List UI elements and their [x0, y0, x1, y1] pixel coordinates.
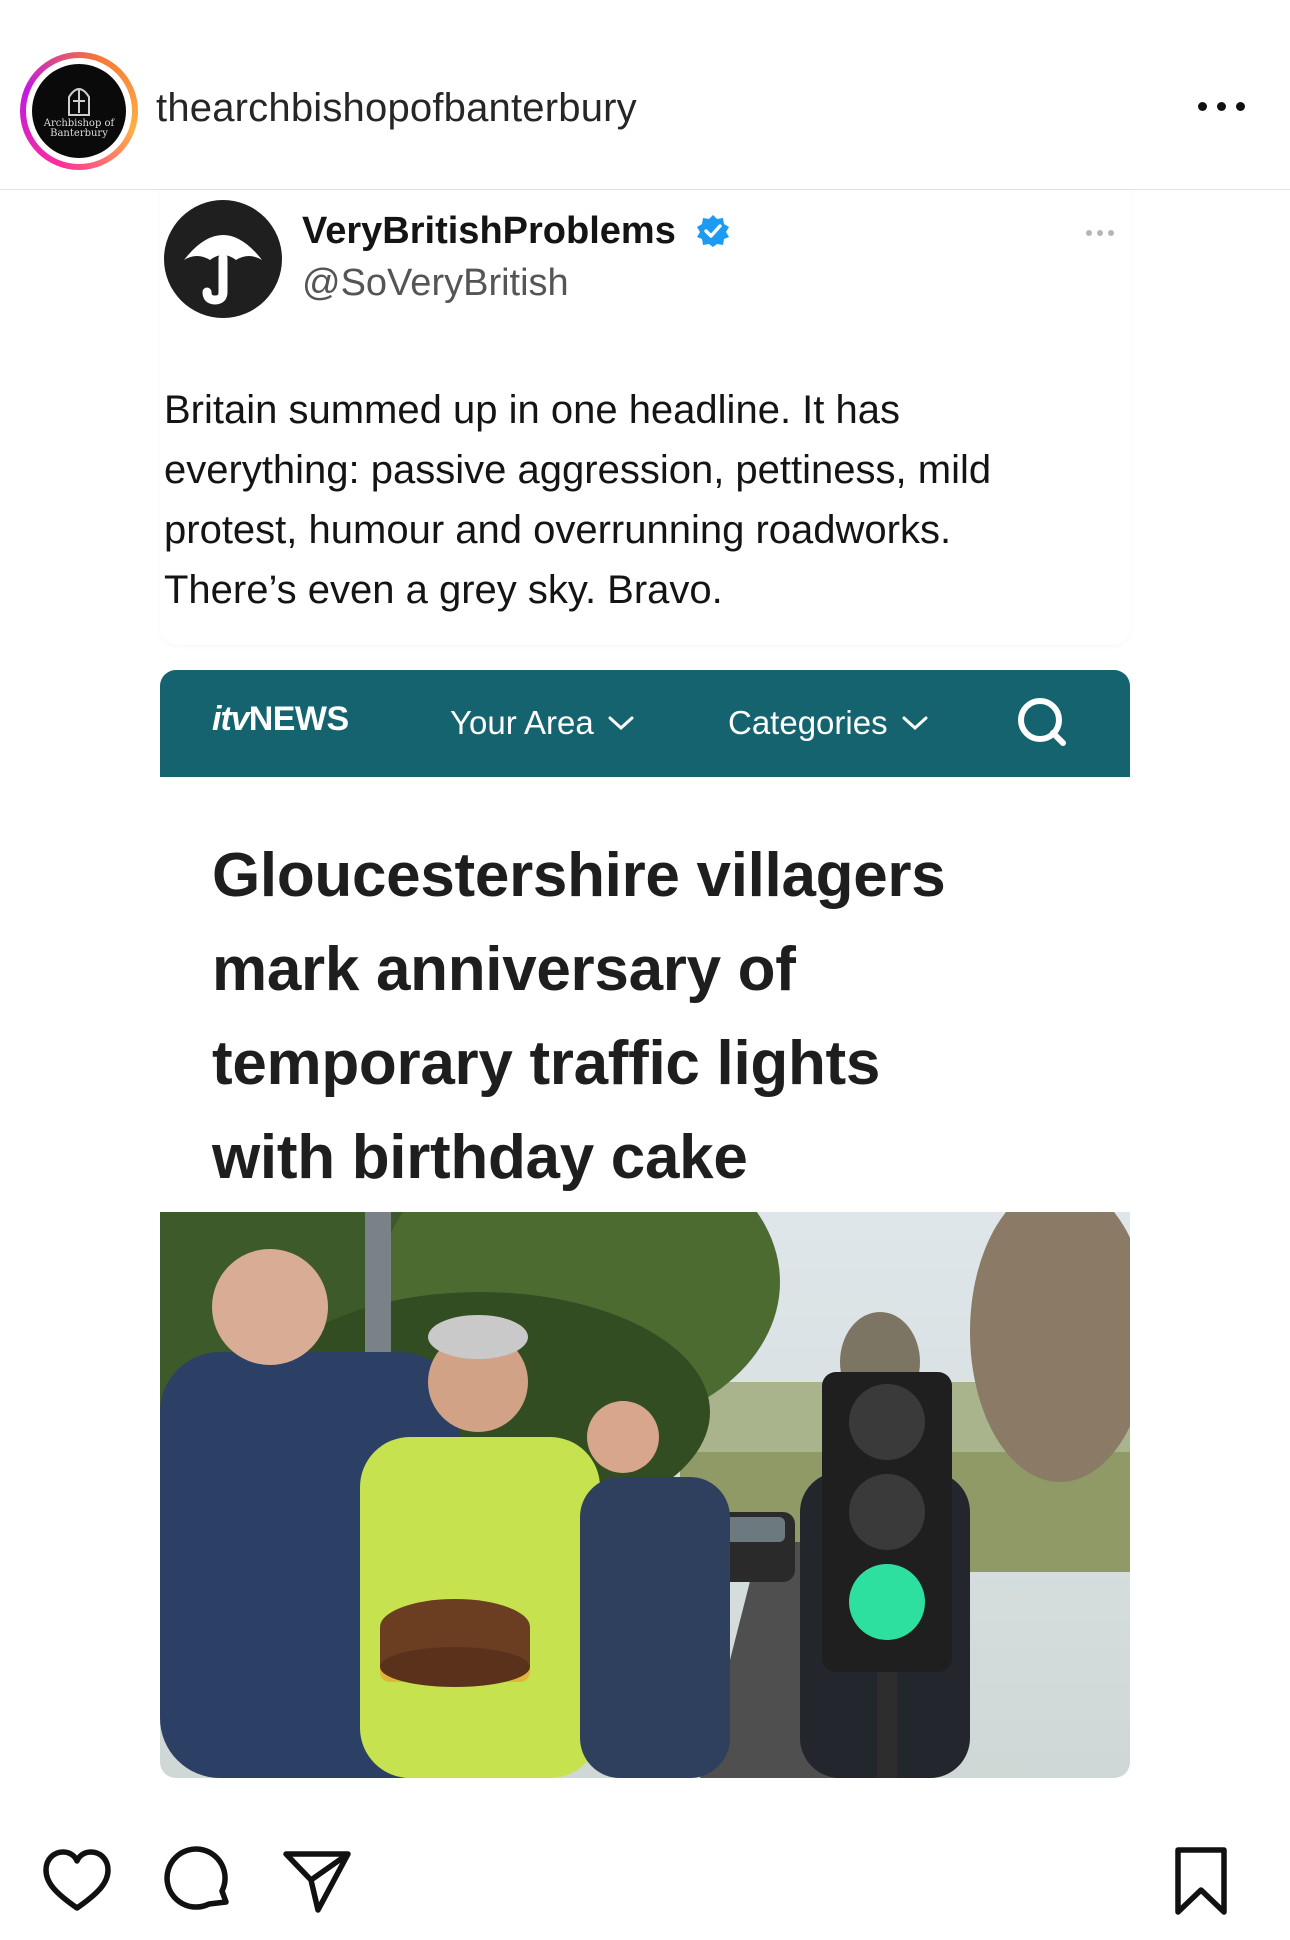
headline-line: mark anniversary of: [212, 935, 796, 1004]
nav-your-area-label: Your Area: [450, 704, 594, 741]
comment-icon[interactable]: [162, 1844, 236, 1918]
itv-news-navbar: itvNEWS Your Area Categories: [160, 670, 1130, 777]
news-headline: Gloucestershire villagers mark anniversa…: [212, 829, 1092, 1205]
umbrella-icon: [184, 235, 262, 305]
itv-news-logo: itvNEWS: [212, 700, 349, 738]
mitre-icon: [68, 88, 90, 116]
send-icon[interactable]: [280, 1844, 354, 1918]
headline-line: Gloucestershire villagers: [212, 841, 946, 910]
post-header: Archbishop of Banterbury thearchbishopof…: [0, 0, 1290, 190]
tweet-text-line: protest, humour and overrunning roadwork…: [164, 508, 952, 552]
post-action-bar: [0, 1820, 1290, 1930]
tweet-handle: @SoVeryBritish: [302, 262, 569, 304]
tweet-text-line: everything: passive aggression, pettines…: [164, 448, 992, 492]
tweet-text: Britain summed up in one headline. It ha…: [164, 380, 1104, 620]
search-icon: [1018, 698, 1066, 746]
nav-your-area: Your Area: [450, 704, 634, 742]
nav-categories: Categories: [728, 704, 928, 742]
headline-line: with birthday cake: [212, 1123, 748, 1192]
tweet-text-line: Britain summed up in one headline. It ha…: [164, 388, 900, 432]
verified-badge-icon: [697, 215, 729, 247]
news-headline-box: Gloucestershire villagers mark anniversa…: [160, 777, 1130, 1212]
tweet-text-line: There’s even a grey sky. Bravo.: [164, 568, 723, 612]
nav-categories-label: Categories: [728, 704, 888, 741]
heart-icon[interactable]: [40, 1844, 114, 1918]
post-username[interactable]: thearchbishopofbanterbury: [156, 86, 637, 131]
chevron-down-icon: [902, 716, 928, 731]
avatar-text: Archbishop of Banterbury: [43, 118, 115, 139]
more-options-icon[interactable]: [1198, 96, 1250, 116]
embedded-tweet: VeryBritishProblems @SoVeryBritish Brita…: [160, 190, 1130, 645]
tweet-avatar: [164, 200, 282, 318]
news-photo: [160, 1212, 1130, 1778]
headline-line: temporary traffic lights: [212, 1029, 881, 1098]
bookmark-icon[interactable]: [1164, 1844, 1238, 1918]
tweet-more-icon: [1086, 230, 1114, 236]
chevron-down-icon: [608, 716, 634, 731]
tweet-display-name: VeryBritishProblems: [302, 210, 676, 252]
profile-avatar[interactable]: Archbishop of Banterbury: [20, 52, 138, 170]
